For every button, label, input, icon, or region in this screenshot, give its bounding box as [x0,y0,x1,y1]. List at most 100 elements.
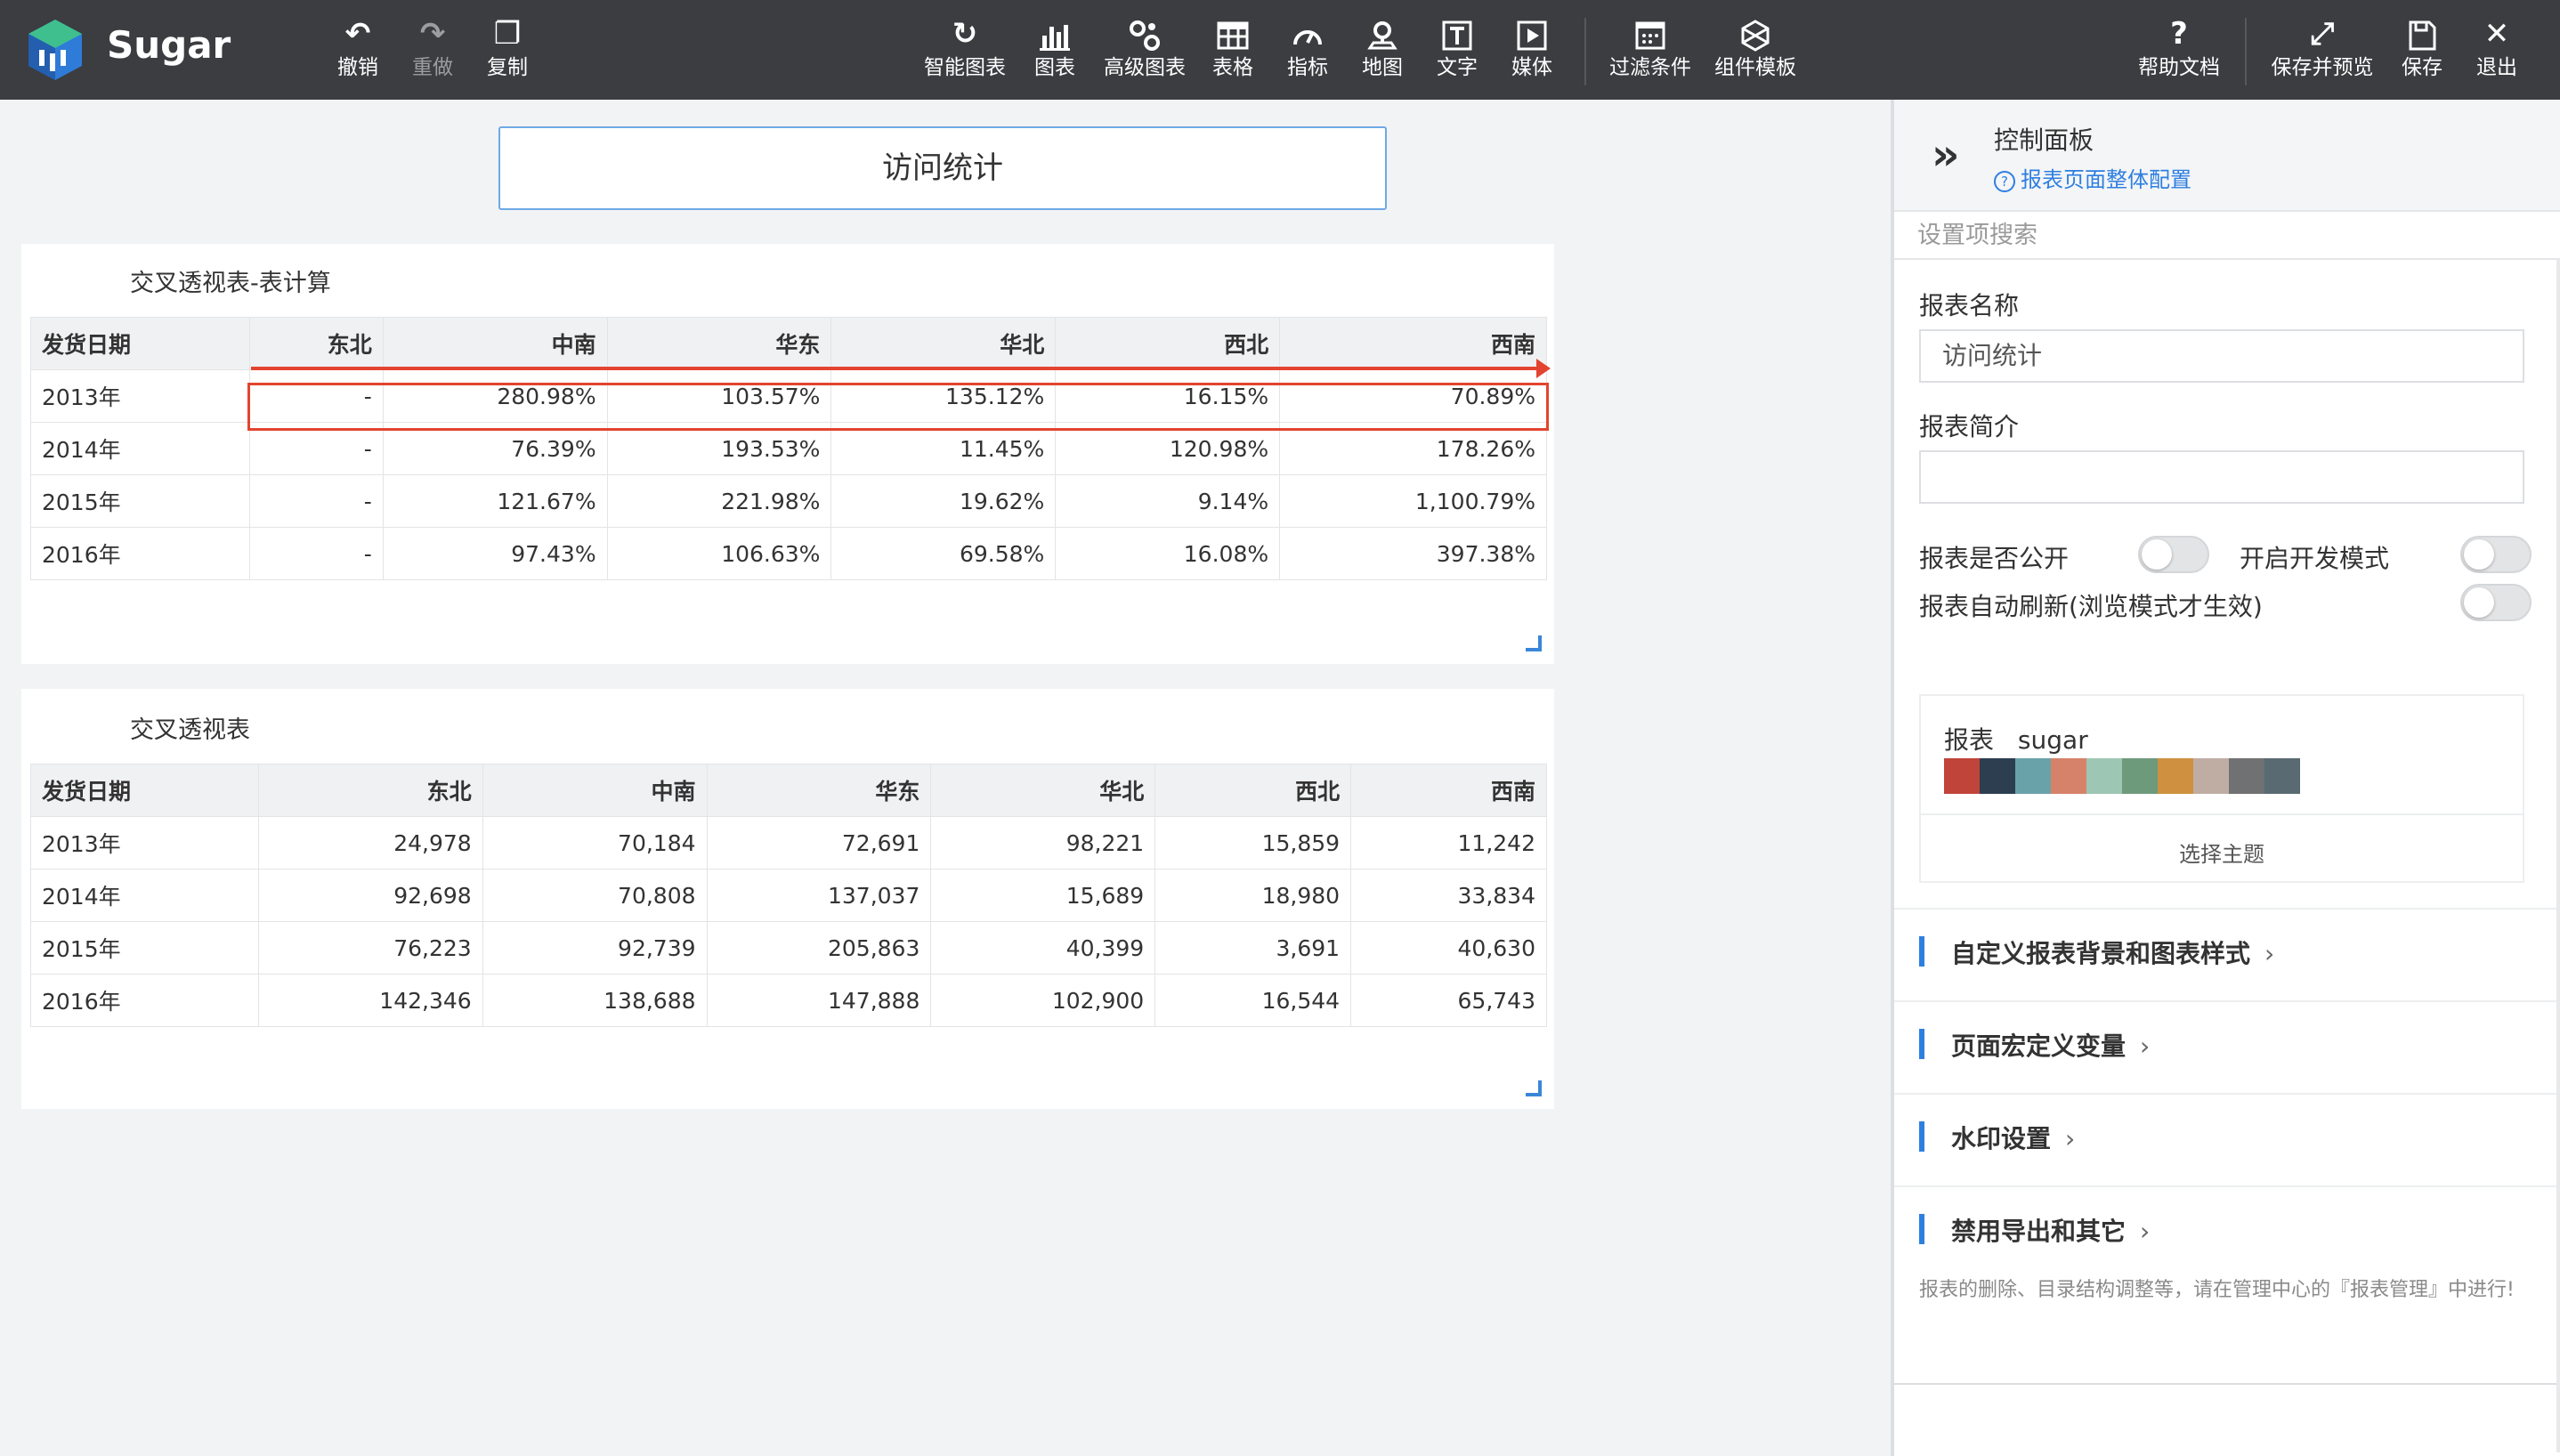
section-accent-bar [1919,1121,1924,1152]
column-header[interactable]: 东北 [248,317,384,370]
resize-handle-icon[interactable] [1526,1080,1542,1096]
table-cell: 205,863 [706,921,932,975]
theme-color-swatch [2051,758,2086,794]
redo-label: 重做 [412,56,453,79]
table-cell: 76,223 [257,921,483,975]
metric-button[interactable]: 指标 [1284,14,1332,89]
smart-chart-label: 智能图表 [924,56,1006,79]
column-header[interactable]: 西北 [1055,317,1281,370]
section-custom-background[interactable]: 自定义报表背景和图表样式 › [1894,908,2556,1000]
map-label: 地图 [1362,56,1403,79]
column-header[interactable]: 中南 [482,764,708,817]
report-name-label: 报表名称 [1919,291,2020,320]
chevron-right-icon: › [2140,1031,2151,1061]
help-label: 帮助文档 [2138,56,2220,79]
table-label: 表格 [1212,56,1253,79]
choose-theme-button[interactable]: 选择主题 [1921,837,2523,868]
table-cell: 72,691 [706,816,932,870]
column-header[interactable]: 中南 [382,317,608,370]
report-desc-label: 报表简介 [1919,412,2020,441]
exit-button[interactable]: ✕ 退出 [2473,14,2521,89]
column-header[interactable]: 东北 [257,764,483,817]
report-title-box[interactable]: 访问统计 [498,126,1387,210]
pivot-table-card-1[interactable]: 交叉透视表-表计算 发货日期 东北 中南 华东 华北 西北 西南 2013年 -… [21,244,1554,664]
column-header[interactable]: 发货日期 [30,764,259,817]
column-header[interactable]: 华东 [606,317,832,370]
card-title: 交叉透视表-表计算 [130,270,331,297]
page-config-link[interactable]: ? 报表页面整体配置 [1994,162,2191,193]
copy-button[interactable]: ❐ 复制 [481,14,534,89]
table-cell: 92,698 [257,869,483,922]
settings-search-input[interactable] [1916,221,2453,250]
pivot-table-card-2[interactable]: 交叉透视表 发货日期 东北 中南 华东 华北 西北 西南 2013年 24,97… [21,689,1554,1109]
column-header[interactable]: 西北 [1154,764,1352,817]
table-row: 2013年 24,978 70,184 72,691 98,221 15,859… [30,816,1547,870]
table-cell: 69.58% [830,527,1057,580]
advanced-chart-icon [1100,14,1189,53]
column-header[interactable]: 华东 [706,764,932,817]
map-button[interactable]: 地图 [1358,14,1406,89]
report-name-input[interactable]: 访问统计 [1919,329,2524,383]
section-watermark[interactable]: 水印设置 › [1894,1093,2556,1185]
section-page-macros[interactable]: 页面宏定义变量 › [1894,1000,2556,1093]
report-desc-input[interactable] [1919,450,2524,504]
text-button[interactable]: 文字 [1433,14,1481,89]
filter-button[interactable]: 过滤条件 [1606,14,1695,89]
chart-button[interactable]: 图表 [1031,14,1079,89]
filter-label: 过滤条件 [1609,56,1691,79]
public-toggle[interactable] [2138,536,2209,573]
table-cell: 40,630 [1350,921,1547,975]
resize-handle-icon[interactable] [1526,635,1542,651]
column-header[interactable]: 华北 [930,764,1156,817]
table-cell: 92,739 [482,921,708,975]
table-button[interactable]: 表格 [1209,14,1257,89]
theme-color-swatch [1980,758,2015,794]
collapse-panel-icon[interactable]: ›› [1932,130,1959,180]
advanced-chart-button[interactable]: 高级图表 [1100,14,1189,89]
section-label: 水印设置 [1951,1124,2052,1153]
section-title: 水印设置 › [1951,1120,2075,1155]
section-title: 自定义报表背景和图表样式 › [1951,934,2274,970]
theme-color-swatch [2229,758,2264,794]
auto-refresh-toggle[interactable] [2460,584,2532,621]
column-header[interactable]: 华北 [830,317,1057,370]
panel-scrollbar[interactable] [2556,260,2560,1452]
gauge-icon [1284,14,1332,53]
dev-mode-label: 开启开发模式 [2240,544,2390,573]
table-cell: 16,544 [1154,974,1352,1027]
table-cell: 2013年 [30,816,259,870]
undo-icon: ↶ [344,16,371,52]
theme-title: 报表 sugar [1944,721,2088,756]
divider [1921,813,2523,815]
settings-search [1894,210,2560,260]
close-icon: ✕ [2483,16,2510,52]
section-disable-export[interactable]: 禁用导出和其它 › [1894,1185,2556,1278]
column-header[interactable]: 发货日期 [30,317,250,370]
table-icon [1209,14,1257,53]
save-preview-button[interactable]: ⤢ 保存并预览 [2268,14,2377,89]
save-button[interactable]: 保存 [2398,14,2446,89]
table-cell: 2014年 [30,869,259,922]
table-cell: 97.43% [382,527,608,580]
table-cell: 70,808 [482,869,708,922]
redo-button[interactable]: ↷ 重做 [406,14,459,89]
table-cell: 15,689 [930,869,1156,922]
dev-mode-toggle[interactable] [2460,536,2532,573]
smart-chart-button[interactable]: ↻ 智能图表 [920,14,1009,89]
table-cell: 1,100.79% [1279,474,1547,528]
column-header[interactable]: 西南 [1279,317,1547,370]
table-row: 2016年 - 97.43% 106.63% 69.58% 16.08% 397… [30,527,1547,580]
section-title: 禁用导出和其它 › [1951,1212,2150,1248]
theme-color-swatch [2122,758,2158,794]
card-title: 交叉透视表 [130,716,250,744]
text-label: 文字 [1437,56,1478,79]
page-config-link-label: 报表页面整体配置 [2021,167,2191,192]
template-button[interactable]: 组件模板 [1711,14,1800,89]
undo-button[interactable]: ↶ 撤销 [331,14,385,89]
column-header[interactable]: 西南 [1350,764,1547,817]
pivot-table: 发货日期 东北 中南 华东 华北 西北 西南 2013年 24,978 70,1… [30,764,1547,1027]
media-button[interactable]: 媒体 [1508,14,1556,89]
red-highlight-box [247,383,1549,431]
theme-name: sugar [2017,725,2088,755]
help-button[interactable]: ? 帮助文档 [2135,14,2224,89]
